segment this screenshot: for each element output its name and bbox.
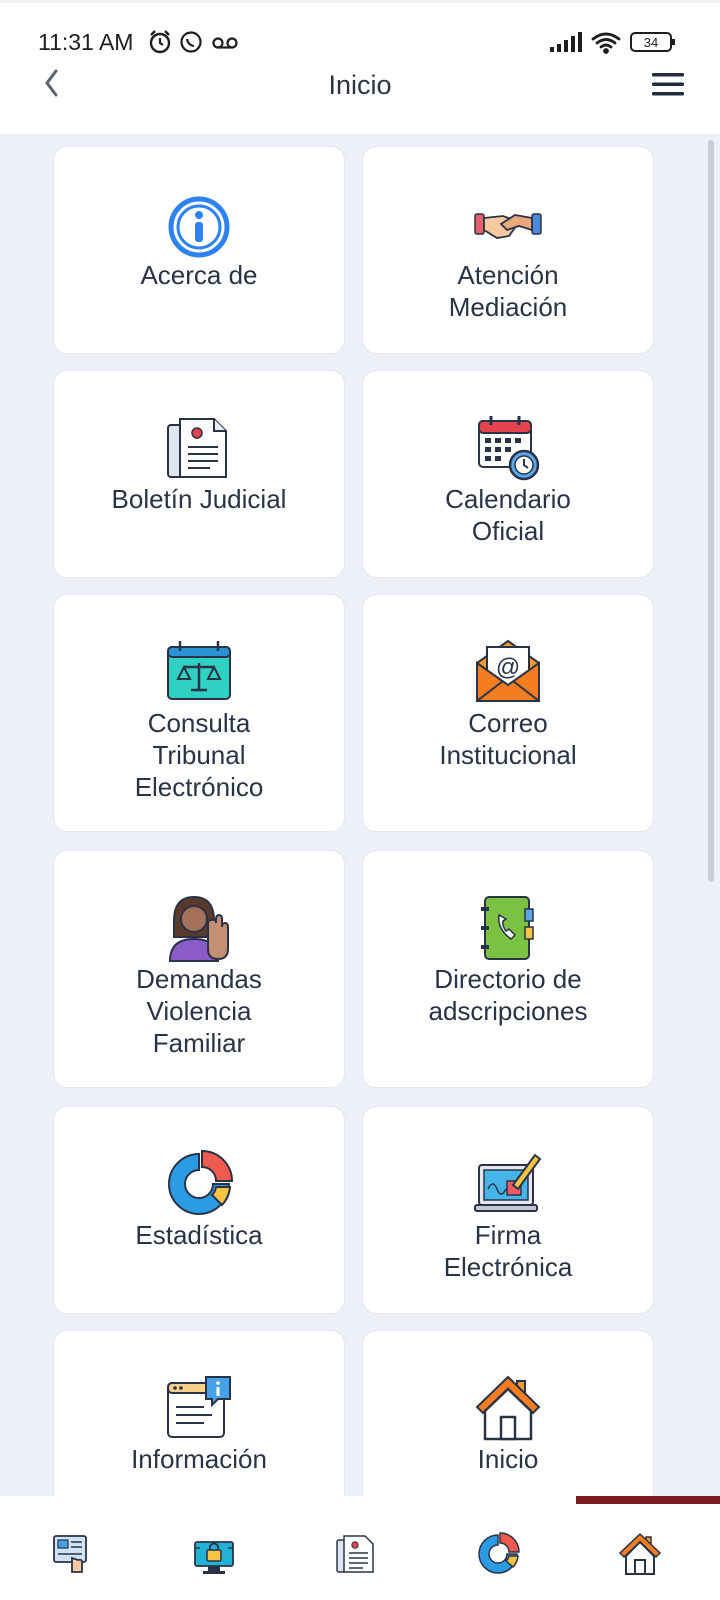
menu-grid: Acerca de Atención Mediación Boletín Jud… bbox=[0, 134, 720, 1496]
status-bar: 11:31 AM 34 bbox=[0, 0, 720, 66]
card-label: Calendario Oficial bbox=[445, 484, 571, 546]
wifi-icon bbox=[591, 32, 621, 54]
card-label: Demandas Violencia Familiar bbox=[136, 964, 262, 1058]
phone-book-icon bbox=[481, 896, 534, 960]
nav-item-boletin[interactable] bbox=[334, 1532, 378, 1576]
hamburger-menu-icon bbox=[652, 73, 684, 96]
calendar-clock-icon bbox=[478, 416, 540, 481]
card-label: Información bbox=[131, 1444, 267, 1474]
bottom-nav bbox=[0, 1496, 720, 1600]
nav-item-inicio[interactable] bbox=[618, 1532, 662, 1576]
scrollbar[interactable] bbox=[708, 140, 714, 882]
status-time: 11:31 AM bbox=[38, 29, 134, 55]
nav-active-indicator bbox=[576, 1496, 720, 1504]
house-icon bbox=[618, 1532, 662, 1575]
battery-level: 34 bbox=[644, 35, 658, 50]
donut-chart-icon bbox=[168, 1149, 234, 1215]
card-estadistica[interactable]: Estadística bbox=[53, 1106, 345, 1314]
menu-button[interactable] bbox=[650, 70, 686, 100]
info-icon bbox=[168, 196, 230, 258]
card-label: Firma Electrónica bbox=[443, 1220, 573, 1282]
card-calendario-oficial[interactable]: Calendario Oficial bbox=[362, 370, 654, 578]
card-acerca-de[interactable]: Acerca de bbox=[53, 146, 345, 354]
card-consulta-tribunal-electronico[interactable]: Consulta Tribunal Electrónico bbox=[53, 594, 345, 832]
bulletin-document-icon bbox=[167, 418, 227, 478]
scales-calendar-icon bbox=[167, 641, 231, 700]
page-title: Inicio bbox=[328, 70, 392, 100]
card-label: Correo Institucional bbox=[439, 708, 577, 770]
card-label: Acerca de bbox=[140, 260, 258, 290]
woman-stop-hand-icon bbox=[168, 895, 229, 962]
app-header: Inicio bbox=[0, 66, 720, 134]
info-window-icon bbox=[167, 1376, 231, 1438]
card-label: Atención Mediación bbox=[448, 260, 568, 322]
card-label: Directorio de adscripciones bbox=[428, 964, 588, 1026]
card-boletin-judicial[interactable]: Boletín Judicial bbox=[53, 370, 345, 578]
email-envelope-icon: @ bbox=[476, 639, 540, 702]
card-informacion[interactable]: Información bbox=[53, 1330, 345, 1496]
card-demandas-violencia-familiar[interactable]: Demandas Violencia Familiar bbox=[53, 850, 345, 1088]
nav-item-seguridad[interactable] bbox=[192, 1532, 236, 1576]
alarm-icon bbox=[149, 30, 171, 54]
status-icons-left bbox=[148, 29, 243, 60]
battery-icon: 34 bbox=[630, 32, 675, 52]
signal-icon bbox=[550, 32, 582, 52]
laptop-signature-icon bbox=[474, 1153, 542, 1212]
card-correo-institucional[interactable]: @ Correo Institucional bbox=[362, 594, 654, 832]
nav-item-tramites[interactable] bbox=[50, 1532, 94, 1576]
status-icons-right: 34 bbox=[550, 30, 680, 61]
card-label: Consulta Tribunal Electrónico bbox=[134, 708, 264, 802]
nav-item-estadistica[interactable] bbox=[476, 1532, 520, 1576]
handshake-icon bbox=[474, 213, 542, 239]
bulletin-document-icon bbox=[336, 1535, 374, 1573]
svg-text:@: @ bbox=[496, 654, 520, 681]
house-icon bbox=[475, 1375, 541, 1441]
card-label: Inicio bbox=[477, 1444, 539, 1474]
card-atencion-mediacion[interactable]: Atención Mediación bbox=[362, 146, 654, 354]
secure-monitor-icon bbox=[194, 1541, 234, 1574]
card-directorio-adscripciones[interactable]: Directorio de adscripciones bbox=[362, 850, 654, 1088]
card-inicio[interactable]: Inicio bbox=[362, 1330, 654, 1496]
card-label: Boletín Judicial bbox=[111, 484, 287, 514]
voicemail-icon bbox=[212, 37, 238, 49]
card-firma-electronica[interactable]: Firma Electrónica bbox=[362, 1106, 654, 1314]
donut-chart-icon bbox=[478, 1532, 520, 1574]
touch-document-icon bbox=[53, 1535, 87, 1573]
whatsapp-icon bbox=[180, 31, 202, 53]
card-label: Estadística bbox=[135, 1220, 263, 1250]
